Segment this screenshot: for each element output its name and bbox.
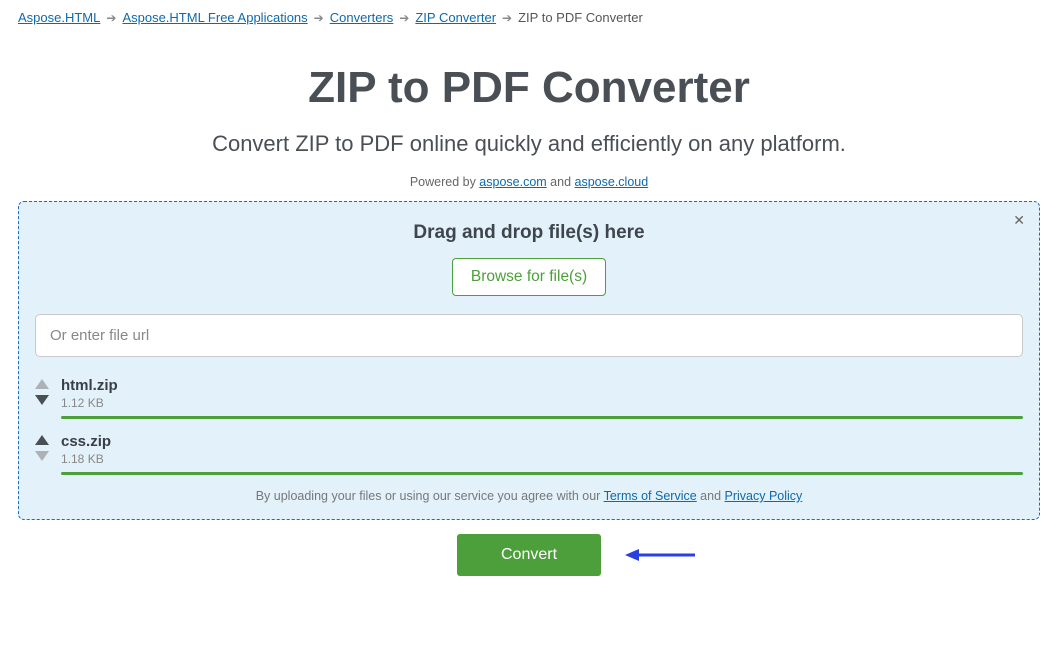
close-icon[interactable]: ✕ bbox=[1013, 212, 1025, 229]
breadcrumb-sep-icon: ➔ bbox=[314, 11, 324, 25]
disclaimer-mid: and bbox=[697, 489, 725, 503]
breadcrumb-sep-icon: ➔ bbox=[399, 11, 409, 25]
page-subtitle: Convert ZIP to PDF online quickly and ef… bbox=[0, 131, 1058, 157]
move-down-icon[interactable] bbox=[35, 395, 49, 405]
file-row: html.zip 1.12 KB bbox=[35, 377, 1023, 419]
powered-prefix: Powered by bbox=[410, 175, 479, 189]
breadcrumb-link[interactable]: ZIP Converter bbox=[415, 10, 496, 25]
breadcrumb-link[interactable]: Aspose.HTML Free Applications bbox=[122, 10, 307, 25]
move-up-icon bbox=[35, 379, 49, 389]
upload-progress bbox=[61, 472, 1023, 475]
file-info: html.zip 1.12 KB bbox=[61, 377, 1023, 419]
powered-mid: and bbox=[547, 175, 575, 189]
move-up-icon[interactable] bbox=[35, 435, 49, 445]
file-size: 1.12 KB bbox=[61, 396, 1023, 410]
convert-button[interactable]: Convert bbox=[457, 534, 601, 576]
privacy-link[interactable]: Privacy Policy bbox=[725, 489, 803, 503]
file-size: 1.18 KB bbox=[61, 452, 1023, 466]
upload-progress bbox=[61, 416, 1023, 419]
breadcrumb-sep-icon: ➔ bbox=[106, 11, 116, 25]
file-name: html.zip bbox=[61, 377, 1023, 394]
reorder-controls bbox=[35, 433, 49, 461]
breadcrumb-sep-icon: ➔ bbox=[502, 11, 512, 25]
convert-row: Convert bbox=[0, 534, 1058, 576]
pointer-arrow-icon bbox=[625, 545, 695, 565]
reorder-controls bbox=[35, 377, 49, 405]
file-info: css.zip 1.18 KB bbox=[61, 433, 1023, 475]
breadcrumb-link[interactable]: Converters bbox=[330, 10, 394, 25]
move-down-icon bbox=[35, 451, 49, 461]
powered-link-aspose-com[interactable]: aspose.com bbox=[479, 175, 546, 189]
upload-panel: ✕ Drag and drop file(s) here Browse for … bbox=[18, 201, 1040, 520]
breadcrumb-link[interactable]: Aspose.HTML bbox=[18, 10, 100, 25]
powered-by: Powered by aspose.com and aspose.cloud bbox=[0, 175, 1058, 189]
terms-link[interactable]: Terms of Service bbox=[604, 489, 697, 503]
file-url-input[interactable] bbox=[35, 314, 1023, 357]
breadcrumb: Aspose.HTML ➔ Aspose.HTML Free Applicati… bbox=[0, 0, 1058, 25]
page-title: ZIP to PDF Converter bbox=[0, 63, 1058, 113]
disclaimer-prefix: By uploading your files or using our ser… bbox=[256, 489, 604, 503]
powered-link-aspose-cloud[interactable]: aspose.cloud bbox=[575, 175, 649, 189]
browse-button[interactable]: Browse for file(s) bbox=[452, 258, 606, 296]
file-name: css.zip bbox=[61, 433, 1023, 450]
file-row: css.zip 1.18 KB bbox=[35, 433, 1023, 475]
drop-title: Drag and drop file(s) here bbox=[35, 222, 1023, 244]
upload-disclaimer: By uploading your files or using our ser… bbox=[35, 489, 1023, 503]
breadcrumb-current: ZIP to PDF Converter bbox=[518, 10, 643, 25]
file-list: html.zip 1.12 KB css.zip 1.18 KB bbox=[35, 377, 1023, 475]
